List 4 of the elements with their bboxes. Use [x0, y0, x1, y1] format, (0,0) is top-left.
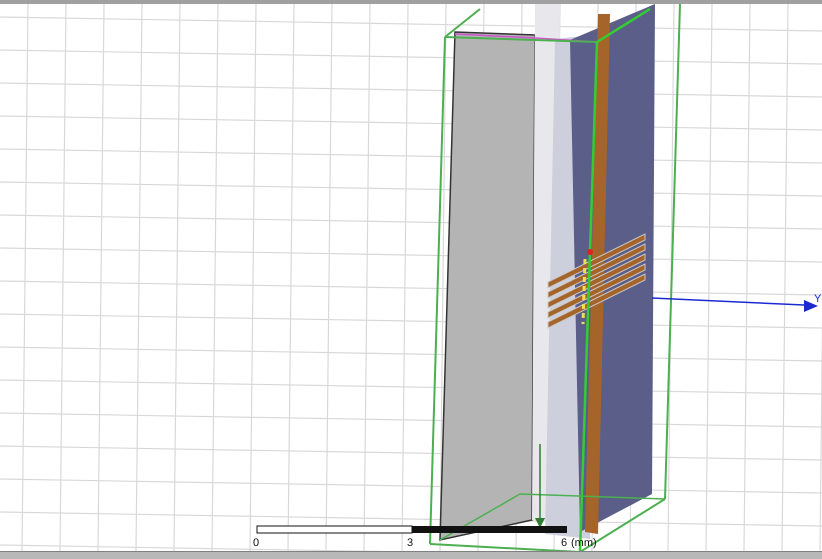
- scale-label: 0: [253, 538, 260, 549]
- scale-label: 3: [407, 538, 414, 549]
- scale-label: 6: [561, 538, 568, 549]
- axis-label: Y: [814, 294, 822, 305]
